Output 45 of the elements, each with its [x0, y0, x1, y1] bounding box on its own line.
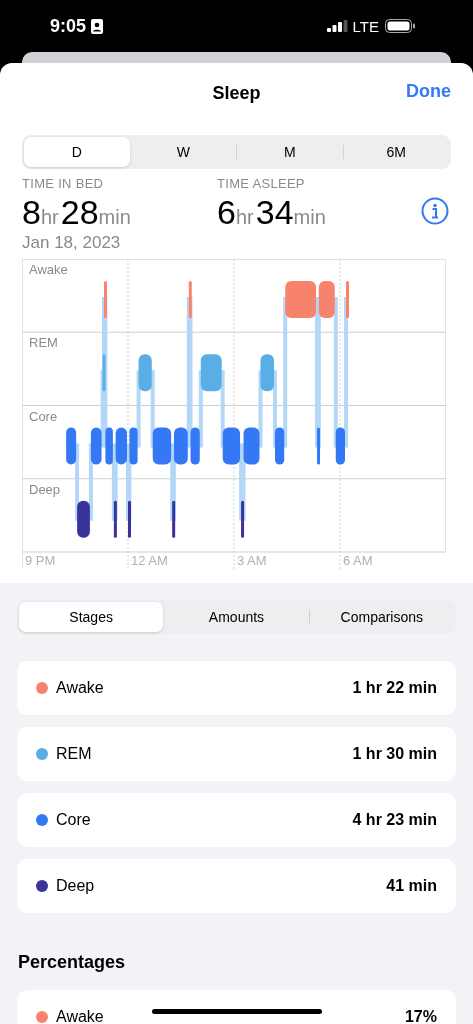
clock-time: 9:05: [50, 15, 87, 37]
date-label: Jan 18, 2023: [21, 233, 122, 253]
stage-name: Core: [56, 811, 91, 829]
unit-label: min: [98, 206, 131, 229]
signal-icon: [326, 20, 348, 32]
time-label: 3 AM: [237, 553, 267, 568]
unit-label: hr: [40, 206, 59, 229]
metric-value: 8: [22, 193, 41, 232]
metric-label: TIME ASLEEP: [217, 176, 306, 191]
stage-label: REM: [29, 335, 58, 351]
time-label: 6 AM: [343, 553, 373, 568]
stage-value: 17%: [404, 1008, 437, 1024]
unit-label: min: [293, 206, 326, 229]
segment-tab[interactable]: Stages: [19, 602, 164, 632]
metric-value: 6: [217, 193, 236, 232]
time-label: 9 PM: [25, 553, 56, 568]
segment-tab[interactable]: Comparisons: [309, 602, 454, 632]
metric-value: 34: [255, 193, 294, 232]
stage-label: Awake: [29, 262, 68, 277]
stage-label: Deep: [29, 481, 61, 497]
stage-name: REM: [56, 745, 92, 763]
metric-label: TIME IN BED: [22, 176, 105, 191]
stage-value: 1 hr 22 min: [352, 679, 437, 697]
stage-value: 1 hr 30 min: [352, 745, 437, 763]
segment-tab[interactable]: W: [130, 137, 236, 167]
section-heading: Percentages: [18, 952, 127, 973]
info-icon[interactable]: [421, 197, 449, 225]
done-button[interactable]: Done: [406, 81, 451, 102]
segment-tab[interactable]: 6M: [343, 137, 449, 167]
segment-tab[interactable]: D: [24, 137, 130, 167]
battery-icon: [385, 19, 415, 33]
unit-label: hr: [235, 206, 254, 229]
metric-value: 28: [60, 193, 99, 232]
stage-value: 41 min: [386, 877, 437, 895]
stage-name: Awake: [56, 679, 104, 697]
sheet-title: Sleep: [212, 82, 261, 104]
segment-tab[interactable]: Amounts: [164, 602, 309, 632]
network-label: LTE: [352, 17, 379, 35]
contact-card-icon: [91, 18, 104, 34]
stage-label: Core: [29, 408, 58, 424]
stage-name: Deep: [56, 877, 95, 895]
time-label: 12 AM: [131, 553, 168, 568]
stage-name: Awake: [56, 1008, 104, 1024]
segment-tab[interactable]: M: [237, 137, 343, 167]
stage-value: 4 hr 23 min: [352, 811, 437, 829]
